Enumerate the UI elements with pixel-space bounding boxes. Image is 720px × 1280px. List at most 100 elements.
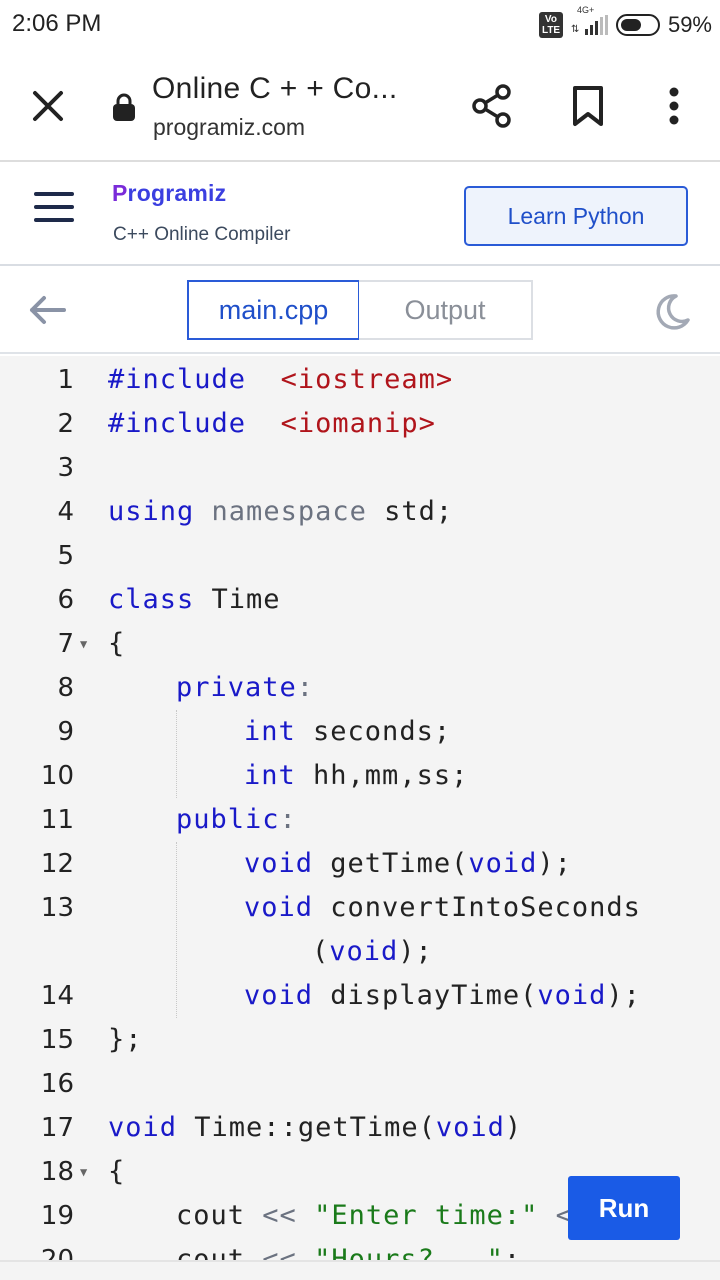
indent-guide [176,710,177,798]
code-token: "Enter time:" [314,1200,539,1231]
code-token: #include [108,364,247,395]
learn-python-button[interactable]: Learn Python [464,186,688,246]
line-number: 17 [40,1113,74,1143]
code-token: class [108,584,195,615]
bookmark-icon[interactable] [566,82,610,130]
line-number: 1 [57,365,74,395]
line-number: 8 [57,673,74,703]
code-text: void displayTime(void); [244,974,641,1018]
code-token: int [244,716,296,747]
code-token: getTime( [313,848,469,879]
code-line[interactable]: 10 int hh,mm,ss; [0,754,720,798]
status-time: 2:06 PM [12,10,102,37]
page-title[interactable]: Online C + + Co... [152,72,398,106]
code-token: void [329,936,399,967]
url-host[interactable]: programiz.com [153,114,305,141]
code-token: void [537,980,607,1011]
network-type: 4G+ [576,5,595,15]
code-line[interactable]: 4 using namespace std; [0,490,720,534]
code-text: int seconds; [244,710,451,754]
code-token: hh,mm,ss; [295,760,469,791]
code-token: seconds; [295,716,452,747]
code-token: namespace [211,496,367,527]
line-number: 4 [57,497,74,527]
share-icon[interactable] [470,82,514,130]
dark-mode-moon-icon[interactable] [652,292,692,332]
code-line[interactable]: 17 void Time::getTime(void) [0,1106,720,1150]
code-text: void getTime(void); [244,842,572,886]
code-line[interactable]: 8 private: [0,666,720,710]
code-line[interactable]: 1 #include <iostream> [0,358,720,402]
line-number: 2 [57,409,74,439]
code-token: displayTime( [313,980,538,1011]
code-line[interactable]: 14 void displayTime(void); [0,974,720,1018]
code-token: std; [366,496,454,527]
back-arrow-icon[interactable] [26,290,68,330]
line-number: 3 [57,453,74,483]
line-number: 9 [57,717,74,747]
line-number: 14 [40,981,74,1011]
code-line[interactable]: 13 void convertIntoSeconds [0,886,720,930]
code-token: { [108,628,126,659]
code-text: cout << "Enter time:" < [176,1194,573,1238]
bottom-strip [0,1260,720,1280]
code-text: #include <iostream> [108,358,453,402]
code-token: void [108,1112,178,1143]
fold-arrow-icon[interactable]: ▼ [80,1150,87,1194]
line-number: 13 [40,893,74,923]
code-token: ) [504,1112,523,1143]
line-number: 16 [40,1069,74,1099]
code-line[interactable]: 11 public: [0,798,720,842]
run-button[interactable]: Run [568,1176,680,1240]
code-editor[interactable]: 1 #include <iostream> 2 #include <iomanip> 3… [0,356,720,1276]
code-line[interactable]: 7 ▼ { [0,622,720,666]
tab-output[interactable]: Output [359,280,533,340]
programiz-logo[interactable]: Programiz [112,180,226,207]
code-token: convertIntoSeconds [313,892,641,923]
code-token: : [296,672,315,703]
line-number: 10 [40,761,74,791]
line-number: 11 [40,805,74,835]
data-arrows-icon: ⇅ [570,24,580,35]
code-token: private [176,672,297,703]
battery-fill [620,19,641,31]
more-vert-icon[interactable] [652,82,696,130]
code-text: private: [176,666,314,710]
code-token: Time [194,584,281,615]
status-icons: Vo LTE 4G+ ⇅ 59% [538,5,712,42]
code-token: <iomanip> [280,408,436,439]
code-token: << [262,1200,297,1231]
fold-arrow-icon[interactable]: ▼ [80,622,87,666]
code-line[interactable]: 2 #include <iomanip> [0,402,720,446]
code-text: { [108,1150,125,1194]
code-line[interactable]: 12 void getTime(void); [0,842,720,886]
code-line[interactable]: 5 [0,534,720,578]
code-token: void [244,892,314,923]
code-token: void [468,848,538,879]
volte-icon: Vo LTE [538,12,563,38]
code-line[interactable]: 16 [0,1062,720,1106]
menu-icon[interactable] [34,192,78,232]
code-token: ); [398,936,433,967]
code-text: { [108,622,125,666]
code-line[interactable]: 6 class Time [0,578,720,622]
code-text: void convertIntoSeconds [244,886,641,930]
code-line[interactable]: 3 [0,446,720,490]
close-icon[interactable] [26,84,70,128]
battery-percent: 59% [667,12,712,37]
code-line[interactable]: 9 int seconds; [0,710,720,754]
code-text: (void); [312,930,433,974]
code-line[interactable]: 15}; [0,1018,720,1062]
code-token: cout [176,1200,263,1231]
code-token: ); [537,848,572,879]
code-token: }; [108,1024,143,1055]
site-header: Programiz C++ Online Compiler Learn Pyth… [0,164,720,266]
line-number: 19 [40,1201,74,1231]
tab-main-cpp[interactable]: main.cpp [187,280,360,340]
code-text: using namespace std; [108,490,453,534]
code-line[interactable]: (void); [0,930,720,974]
code-text: class Time [108,578,281,622]
